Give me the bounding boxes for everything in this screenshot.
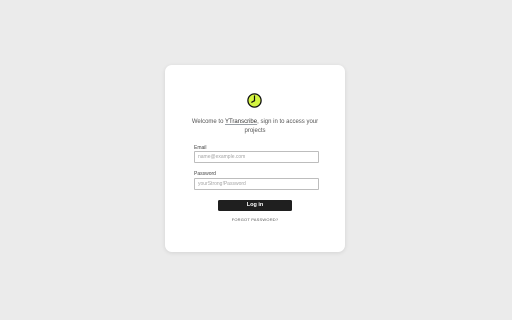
email-field[interactable]: [194, 151, 319, 163]
password-label: Password: [194, 171, 216, 177]
password-field[interactable]: [194, 178, 319, 190]
app-name-link[interactable]: YTranscribe: [225, 119, 257, 125]
clock-icon: [247, 93, 262, 108]
forgot-password-link[interactable]: FORGOT PASSWORD?: [205, 217, 305, 222]
welcome-text: Welcome to YTranscribe, sign in to acces…: [185, 118, 325, 135]
login-button[interactable]: Log in: [218, 200, 292, 211]
welcome-prefix: Welcome to: [191, 119, 225, 125]
logo: [247, 93, 262, 108]
login-card: Welcome to YTranscribe, sign in to acces…: [165, 65, 345, 252]
